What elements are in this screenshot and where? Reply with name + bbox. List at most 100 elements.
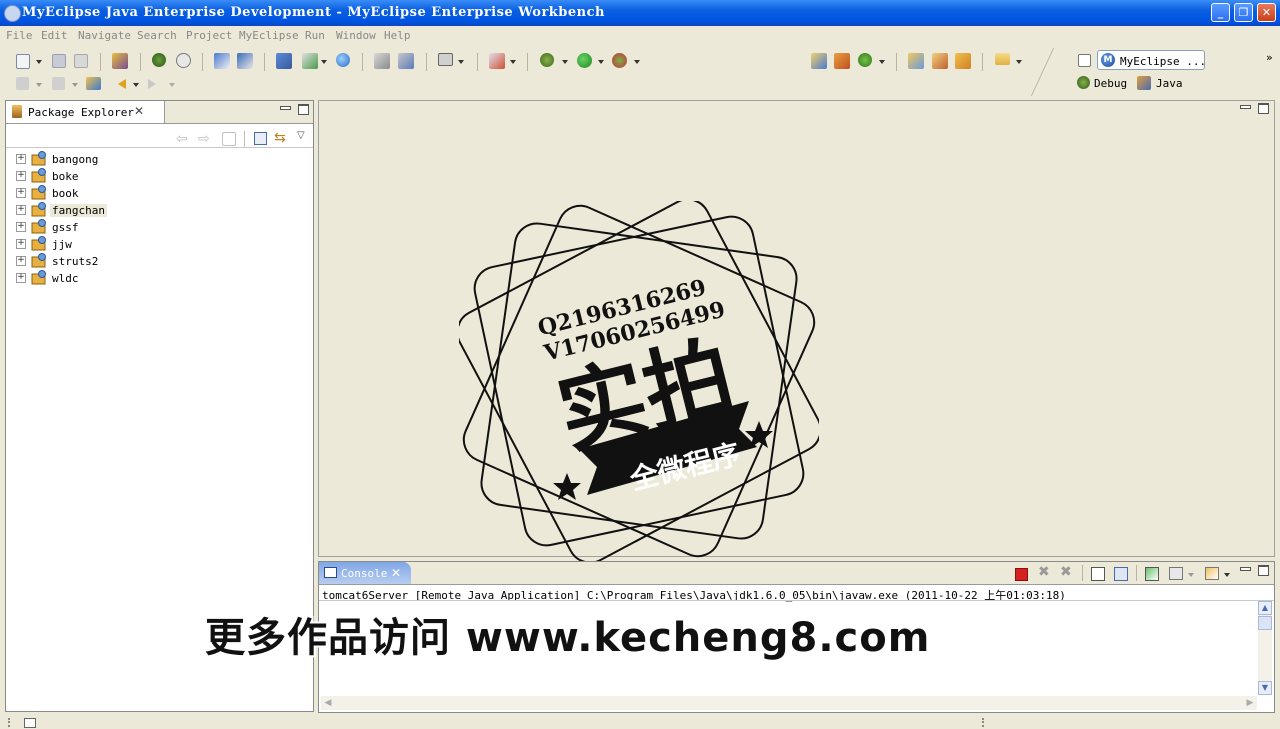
minimize-view-icon[interactable] bbox=[280, 106, 291, 110]
open-task-icon[interactable] bbox=[955, 53, 971, 69]
back-arrow-icon[interactable] bbox=[112, 79, 126, 89]
external-tools-icon[interactable] bbox=[612, 53, 627, 68]
perspective-debug[interactable]: Debug bbox=[1077, 75, 1135, 92]
maximize-editor-icon[interactable] bbox=[1258, 103, 1269, 114]
folder-dropdown-icon[interactable] bbox=[1016, 60, 1022, 64]
expand-icon[interactable]: + bbox=[16, 188, 26, 198]
open-type-icon[interactable] bbox=[276, 53, 292, 69]
expand-icon[interactable]: + bbox=[16, 205, 26, 215]
clear-console-icon[interactable] bbox=[1091, 567, 1105, 581]
restore-button[interactable]: ❐ bbox=[1234, 3, 1253, 22]
debug-dropdown-icon[interactable] bbox=[562, 60, 568, 64]
close-button[interactable]: ✕ bbox=[1257, 3, 1276, 22]
expand-icon[interactable]: + bbox=[16, 171, 26, 181]
history-back-dropdown-icon[interactable] bbox=[36, 83, 42, 87]
search-tool-icon[interactable] bbox=[932, 53, 948, 69]
open-console-dropdown-icon[interactable] bbox=[1224, 573, 1230, 577]
menu-navigate[interactable]: Navigate bbox=[78, 29, 131, 42]
forward-arrow-icon[interactable] bbox=[148, 79, 162, 89]
scroll-down-icon[interactable]: ▼ bbox=[1258, 681, 1272, 695]
open-folder-icon[interactable] bbox=[374, 53, 390, 69]
close-tab-icon[interactable]: ✕ bbox=[134, 104, 144, 118]
print-icon[interactable] bbox=[74, 54, 88, 68]
scroll-thumb[interactable] bbox=[1258, 616, 1272, 630]
menu-project[interactable]: Project bbox=[186, 29, 232, 42]
maximize-view-icon[interactable] bbox=[298, 104, 309, 115]
open-perspective-icon[interactable] bbox=[1078, 54, 1091, 67]
minimize-button[interactable]: _ bbox=[1211, 3, 1230, 22]
menu-window[interactable]: Window bbox=[336, 29, 376, 42]
menu-myeclipse[interactable]: MyEclipse bbox=[239, 29, 299, 42]
app-icon[interactable] bbox=[4, 5, 21, 22]
console-horizontal-scrollbar[interactable]: ◀ ▶ bbox=[321, 696, 1257, 710]
perspective-java[interactable]: Java bbox=[1137, 75, 1187, 92]
package-icon[interactable] bbox=[112, 53, 128, 69]
maximize-console-icon[interactable] bbox=[1258, 565, 1269, 576]
server-icon[interactable] bbox=[176, 53, 191, 68]
open-console-icon[interactable] bbox=[1205, 567, 1219, 580]
menu-help[interactable]: Help bbox=[384, 29, 411, 42]
globe-icon[interactable] bbox=[336, 53, 350, 67]
scroll-lock-icon[interactable] bbox=[1114, 567, 1128, 581]
open-type-hierarchy-icon[interactable] bbox=[908, 53, 924, 69]
fast-view-icon[interactable] bbox=[24, 718, 36, 728]
folder-icon[interactable] bbox=[995, 53, 1010, 65]
last-edit-icon[interactable] bbox=[86, 77, 101, 90]
tab-package-explorer[interactable]: Package Explorer ✕ bbox=[6, 101, 165, 123]
refresh-icon[interactable] bbox=[858, 53, 872, 67]
perspective-myeclipse[interactable]: M MyEclipse ... bbox=[1097, 50, 1206, 70]
debug-server-icon[interactable] bbox=[152, 53, 166, 67]
run-icon[interactable] bbox=[577, 53, 592, 68]
run-external-icon[interactable] bbox=[302, 53, 318, 69]
undeploy-icon[interactable] bbox=[237, 53, 253, 69]
nav-forward-icon[interactable]: ⇨ bbox=[198, 131, 210, 147]
expand-icon[interactable]: + bbox=[16, 239, 26, 249]
debug-icon[interactable] bbox=[540, 53, 554, 67]
menu-file[interactable]: File bbox=[6, 29, 33, 42]
expand-icon[interactable]: + bbox=[16, 273, 26, 283]
collapse-all-icon[interactable] bbox=[254, 132, 267, 145]
scroll-up-icon[interactable]: ▲ bbox=[1258, 601, 1272, 615]
console-vertical-scrollbar[interactable]: ▲ ▼ bbox=[1258, 601, 1272, 695]
link-with-editor-icon[interactable]: ⇆ bbox=[274, 130, 286, 146]
menu-search[interactable]: Search bbox=[137, 29, 177, 42]
remove-launch-icon[interactable]: ✖ bbox=[1038, 564, 1050, 580]
history-back-icon[interactable] bbox=[16, 77, 29, 90]
tab-console[interactable]: Console ✕ bbox=[319, 562, 411, 584]
scroll-right-icon[interactable]: ▶ bbox=[1243, 696, 1257, 710]
pin-console-icon[interactable] bbox=[1145, 567, 1159, 581]
new-web-project-dropdown-icon[interactable] bbox=[510, 60, 516, 64]
run-dropdown-icon[interactable] bbox=[598, 60, 604, 64]
new-package-icon[interactable] bbox=[834, 53, 850, 69]
new-class-icon[interactable] bbox=[811, 53, 827, 69]
more-perspectives-icon[interactable]: » bbox=[1266, 51, 1273, 64]
back-dropdown-icon[interactable] bbox=[133, 83, 139, 87]
scroll-left-icon[interactable]: ◀ bbox=[321, 696, 335, 710]
terminate-icon[interactable] bbox=[1015, 568, 1028, 581]
minimize-editor-icon[interactable] bbox=[1240, 105, 1251, 109]
view-menu-icon[interactable]: ▽ bbox=[297, 130, 305, 141]
expand-icon[interactable]: + bbox=[16, 154, 26, 164]
run-external-dropdown-icon[interactable] bbox=[321, 60, 327, 64]
camera-dropdown-icon[interactable] bbox=[458, 60, 464, 64]
camera-icon[interactable] bbox=[438, 53, 453, 66]
menu-run[interactable]: Run bbox=[305, 29, 325, 42]
open-browser-icon[interactable] bbox=[398, 53, 414, 69]
save-icon[interactable] bbox=[52, 54, 66, 68]
display-console-icon[interactable] bbox=[1169, 567, 1183, 580]
minimize-console-icon[interactable] bbox=[1240, 567, 1251, 571]
deploy-icon[interactable] bbox=[214, 53, 230, 69]
expand-icon[interactable]: + bbox=[16, 256, 26, 266]
close-console-icon[interactable]: ✕ bbox=[391, 566, 401, 580]
new-web-project-icon[interactable] bbox=[489, 53, 505, 69]
refresh-dropdown-icon[interactable] bbox=[879, 60, 885, 64]
nav-back-icon[interactable]: ⇦ bbox=[176, 131, 188, 147]
history-forward-icon[interactable] bbox=[52, 77, 65, 90]
expand-icon[interactable]: + bbox=[16, 222, 26, 232]
menu-edit[interactable]: Edit bbox=[41, 29, 68, 42]
history-forward-dropdown-icon[interactable] bbox=[72, 83, 78, 87]
external-tools-dropdown-icon[interactable] bbox=[634, 60, 640, 64]
new-dropdown-icon[interactable] bbox=[36, 60, 42, 64]
forward-dropdown-icon[interactable] bbox=[169, 83, 175, 87]
display-console-dropdown-icon[interactable] bbox=[1188, 573, 1194, 577]
